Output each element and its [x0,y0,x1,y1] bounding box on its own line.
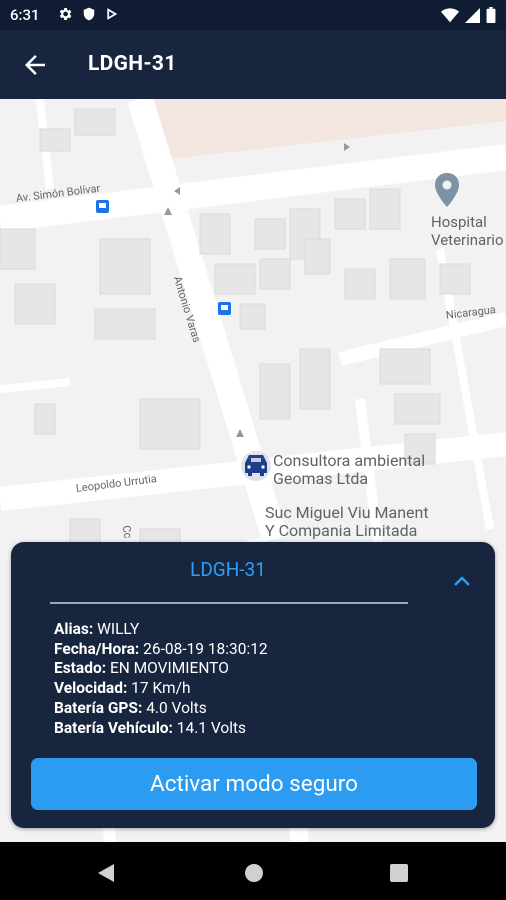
info-line-datetime: Fecha/Hora: 26-08-19 18:30:12 [54,640,268,660]
chevron-up-icon[interactable] [451,572,473,590]
place-line: Suc Miguel Viu Manent [265,503,429,522]
place-line: Consultora ambiental [273,451,426,470]
info-value: 26-08-19 18:30:12 [143,639,268,658]
place-consultora-label[interactable]: Consultora ambiental Geomas Ltda [273,452,425,488]
info-label: Fecha/Hora: [54,639,140,658]
bus-stop-icon[interactable] [96,200,109,213]
info-label: Batería GPS: [54,698,143,717]
status-bar: 6:31 [0,0,506,30]
info-label: Velocidad: [54,679,128,698]
info-label: Estado: [54,659,107,678]
vehicle-info-card: LDGH-31 Alias: WILLY Fecha/Hora: 26-08-1… [11,542,495,828]
info-value: 4.0 Volts [146,698,207,717]
info-line-speed: Velocidad: 17 Km/h [54,679,268,699]
divider [50,602,408,604]
info-label: Alias: [54,620,94,638]
recents-square-icon[interactable] [388,863,410,883]
play-store-icon [107,8,118,20]
system-nav-bar [0,842,506,900]
page-title: LDGH-31 [88,52,177,76]
info-line-vehicle-battery: Batería Vehículo: 14.1 Volts [54,719,268,739]
wifi-icon [441,7,459,22]
back-arrow-icon[interactable] [20,50,50,80]
back-triangle-icon[interactable] [96,863,118,883]
status-time: 6:31 [10,6,40,24]
app-bar: LDGH-31 [0,30,506,99]
place-line: Veterinario [431,231,504,249]
place-suc-label[interactable]: Suc Miguel Viu Manent Y Compania Limitad… [265,504,429,540]
info-line-gps-battery: Batería GPS: 4.0 Volts [54,699,268,719]
info-line-status: Estado: EN MOVIMIENTO [54,659,268,679]
info-value: 14.1 Volts [176,718,247,737]
info-value: WILLY [97,620,140,638]
vehicle-info-list: Alias: WILLY Fecha/Hora: 26-08-19 18:30:… [54,620,268,738]
gear-icon [59,8,72,20]
place-line: Y Compania Limitada [265,521,418,540]
status-right-icons [441,7,496,23]
activate-secure-mode-button[interactable]: Activar modo seguro [31,758,477,810]
street-label: Cc [119,524,135,540]
home-circle-icon[interactable] [243,863,265,883]
battery-icon [486,7,496,23]
info-value: EN MOVIMIENTO [109,659,229,678]
info-line-alias: Alias: WILLY [54,620,268,640]
info-value: 17 Km/h [131,679,191,698]
vehicle-marker-icon[interactable] [241,451,271,481]
shield-icon [83,7,95,21]
info-label: Batería Vehículo: [54,718,173,737]
place-line: Hospital [431,213,487,231]
place-line: Geomas Ltda [273,469,369,488]
place-hospital-label[interactable]: Hospital Veterinario [431,213,504,249]
status-left-icons [57,6,119,22]
signal-icon [465,7,480,23]
card-title: LDGH-31 [190,558,266,581]
bus-stop-icon[interactable] [218,302,231,315]
